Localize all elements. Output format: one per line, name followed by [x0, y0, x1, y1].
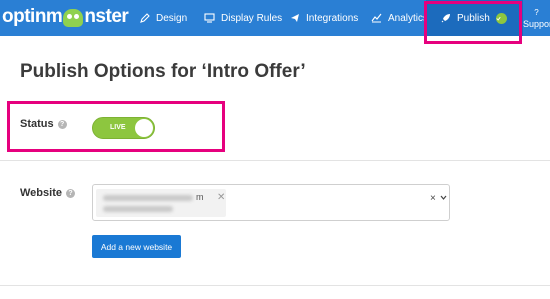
nav-analytics[interactable]: Analytics [371, 0, 428, 36]
selected-website-tag: m ✕ [96, 189, 226, 217]
section-divider [0, 160, 550, 161]
monster-mark-icon [63, 9, 84, 27]
chevron-down-icon[interactable] [440, 195, 447, 200]
nav-integrations[interactable]: Integrations [290, 0, 358, 36]
nav-display-rules[interactable]: Display Rules [204, 0, 282, 36]
clear-selection-icon[interactable]: × [430, 193, 436, 204]
tag-url-suffix: m [196, 192, 204, 202]
pencil-icon [140, 13, 150, 23]
page-title: Publish Options for ‘Intro Offer’ [20, 61, 306, 82]
paper-plane-icon [291, 14, 299, 22]
line-chart-icon [371, 13, 382, 23]
website-label-row: Website ? [20, 187, 75, 199]
blurred-url [103, 206, 173, 212]
section-divider [0, 285, 550, 286]
status-highlight [7, 101, 225, 152]
website-select[interactable]: m ✕ × [92, 184, 450, 221]
nav-analytics-label: Analytics [388, 12, 429, 24]
monitor-icon [204, 13, 215, 23]
publish-tab-highlight [424, 1, 522, 44]
logo-text-start: optinm [2, 6, 63, 27]
nav-design-label: Design [156, 12, 188, 24]
nav-design[interactable]: Design [140, 0, 187, 36]
logo-text-end: nster [84, 6, 129, 27]
nav-integrations-label: Integrations [306, 12, 359, 24]
website-label: Website [20, 187, 62, 199]
add-new-website-button[interactable]: Add a new website [92, 235, 181, 258]
optinmonster-logo[interactable]: optinm nster [2, 4, 129, 30]
blurred-url [103, 195, 193, 201]
nav-display-rules-label: Display Rules [221, 12, 283, 24]
nav-support[interactable]: ? Support [523, 0, 550, 36]
remove-website-icon[interactable]: ✕ [217, 192, 225, 203]
help-icon[interactable]: ? [65, 188, 75, 198]
question-mark-icon: ? [534, 8, 539, 17]
nav-support-label: Support [523, 19, 550, 29]
